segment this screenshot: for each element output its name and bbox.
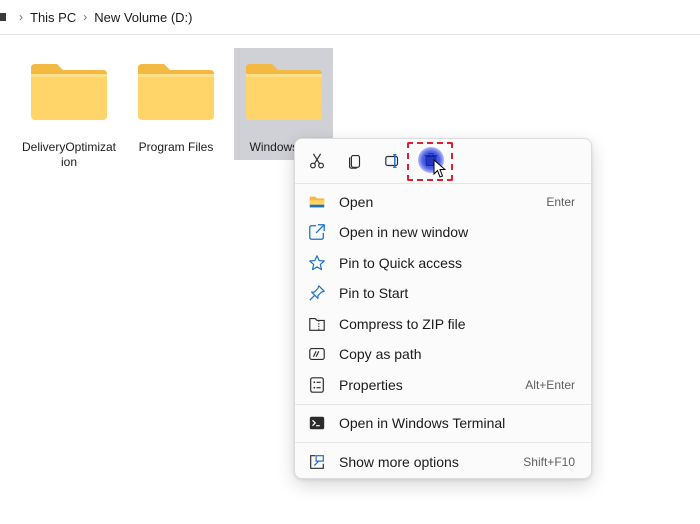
menu-item-shortcut: Enter [546,195,575,209]
menu-item-pin-quick-access[interactable]: Pin to Quick access [299,248,589,278]
breadcrumb-chevron-icon[interactable]: › [19,10,23,24]
mouse-cursor-icon [433,159,446,178]
folder-label: Program Files [138,140,214,154]
folder-icon [136,60,216,122]
menu-item-open-new-window[interactable]: Open in new window [299,217,589,247]
menu-item-show-more-options[interactable]: Show more options Shift+F10 [299,447,589,477]
scissors-icon [310,153,324,169]
menu-item-shortcut: Alt+Enter [525,378,575,392]
more-options-icon [307,452,327,472]
breadcrumb-new-volume[interactable]: New Volume (D:) [94,10,192,25]
rename-icon [385,154,399,168]
copy-button[interactable] [341,147,369,175]
terminal-icon [307,413,327,433]
address-bar-edge [0,13,6,21]
menu-item-label: Pin to Quick access [339,255,462,271]
copy-icon [349,155,361,169]
menu-item-label: Show more options [339,454,459,470]
menu-item-open-terminal[interactable]: Open in Windows Terminal [299,408,589,438]
menu-divider [295,183,591,184]
menu-item-copy-as-path[interactable]: Copy as path [299,339,589,369]
menu-item-label: Properties [339,377,403,393]
menu-item-label: Open [339,194,374,210]
folder-item-program-files[interactable]: Program Files [126,48,226,166]
rename-button[interactable] [379,147,407,175]
menu-item-shortcut: Shift+F10 [523,455,575,469]
pin-icon [307,283,327,303]
folder-item-deliveryoptimization[interactable]: DeliveryOptimization [19,48,119,169]
quick-actions-row [295,139,591,183]
menu-item-label: Copy as path [339,346,422,362]
folder-label: DeliveryOptimization [21,140,117,169]
open-new-window-icon [307,222,327,242]
breadcrumb-chevron-icon[interactable]: › [83,10,87,24]
menu-item-compress-zip[interactable]: Compress to ZIP file [299,309,589,339]
menu-item-label: Open in Windows Terminal [339,415,506,431]
menu-divider [295,442,591,443]
folder-icon [244,60,324,122]
menu-item-label: Pin to Start [339,285,409,301]
cut-button[interactable] [303,147,331,175]
context-menu: Open Enter Open in new window Pin to Qui… [294,138,592,479]
menu-divider [295,404,591,405]
menu-item-label: Open in new window [339,224,469,240]
breadcrumb: › This PC › New Volume (D:) [0,0,700,35]
menu-item-pin-to-start[interactable]: Pin to Start [299,278,589,308]
zip-icon [307,314,327,334]
folder-icon [307,192,327,212]
menu-item-open[interactable]: Open Enter [299,187,589,217]
copy-path-icon [307,344,327,364]
menu-item-label: Compress to ZIP file [339,316,466,332]
star-icon [307,253,327,273]
folder-icon [29,60,109,122]
properties-icon [307,375,327,395]
breadcrumb-this-pc[interactable]: This PC [30,10,76,25]
menu-item-properties[interactable]: Properties Alt+Enter [299,370,589,400]
